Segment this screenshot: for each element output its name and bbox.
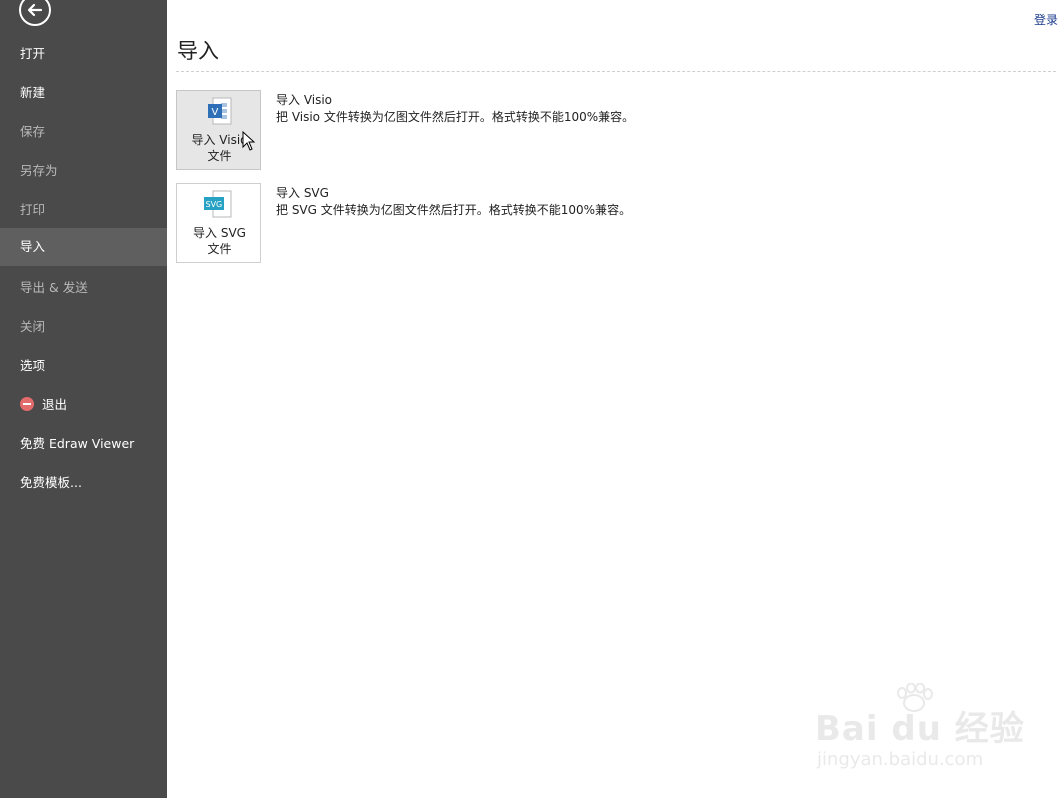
back-arrow-icon[interactable] [19, 0, 51, 26]
menu-free-viewer-label: 免费 Edraw Viewer [20, 436, 135, 451]
menu-close-label: 关闭 [20, 319, 46, 334]
import-visio-button[interactable]: V 导入 Visio 文件 [176, 90, 261, 170]
mouse-cursor-icon [242, 131, 256, 151]
import-svg-label-line1: 导入 SVG [193, 226, 246, 240]
menu-free-viewer[interactable]: 免费 Edraw Viewer [0, 425, 167, 463]
import-svg-label-line2: 文件 [207, 242, 232, 256]
menu-new-label: 新建 [20, 85, 46, 100]
menu-export-send-label: 导出 & 发送 [20, 280, 88, 295]
watermark-brand: Bai du 经验 [815, 709, 1025, 749]
visio-file-icon: V [208, 97, 232, 125]
menu-new[interactable]: 新建 [0, 74, 167, 112]
menu-print-label: 打印 [20, 202, 46, 217]
menu-options-label: 选项 [20, 358, 46, 373]
svg-text:V: V [212, 107, 219, 118]
login-link[interactable]: 登录 [1034, 11, 1058, 28]
menu-save-as[interactable]: 另存为 [0, 152, 167, 190]
menu-free-templates[interactable]: 免费模板... [0, 464, 167, 502]
menu-free-templates-label: 免费模板... [20, 475, 82, 490]
title-divider [176, 71, 1056, 72]
svg-file-icon: SVG [204, 190, 232, 218]
import-visio-description: 把 Visio 文件转换为亿图文件然后打开。格式转换不能100%兼容。 [276, 110, 635, 124]
svg-text:SVG: SVG [206, 200, 223, 209]
menu-print[interactable]: 打印 [0, 191, 167, 229]
import-svg-button-label: 导入 SVG 文件 [177, 225, 262, 257]
sidebar: 打开 新建 保存 另存为 打印 导入 导出 & 发送 关闭 选项 退出 免费 E… [0, 0, 167, 798]
import-visio-title: 导入 Visio [276, 93, 333, 107]
menu-save[interactable]: 保存 [0, 113, 167, 151]
baidu-watermark: Bai du 经验 jingyan.baidu.com [815, 683, 1025, 778]
menu-open[interactable]: 打开 [0, 35, 167, 73]
menu-import[interactable]: 导入 [0, 228, 167, 266]
page-title: 导入 [177, 39, 219, 63]
import-svg-description: 把 SVG 文件转换为亿图文件然后打开。格式转换不能100%兼容。 [276, 203, 632, 217]
menu-open-label: 打开 [20, 46, 46, 61]
menu-export-send[interactable]: 导出 & 发送 [0, 269, 167, 307]
import-svg-title: 导入 SVG [276, 186, 329, 200]
watermark-url: jingyan.baidu.com [817, 749, 984, 770]
menu-exit[interactable]: 退出 [0, 386, 167, 424]
menu-options[interactable]: 选项 [0, 347, 167, 385]
import-svg-button[interactable]: SVG 导入 SVG 文件 [176, 183, 261, 263]
exit-icon [20, 396, 34, 411]
menu-import-label: 导入 [20, 239, 46, 254]
menu-exit-label: 退出 [42, 397, 68, 412]
menu-save-as-label: 另存为 [20, 163, 58, 178]
menu-save-label: 保存 [20, 124, 46, 139]
menu-close[interactable]: 关闭 [0, 308, 167, 346]
